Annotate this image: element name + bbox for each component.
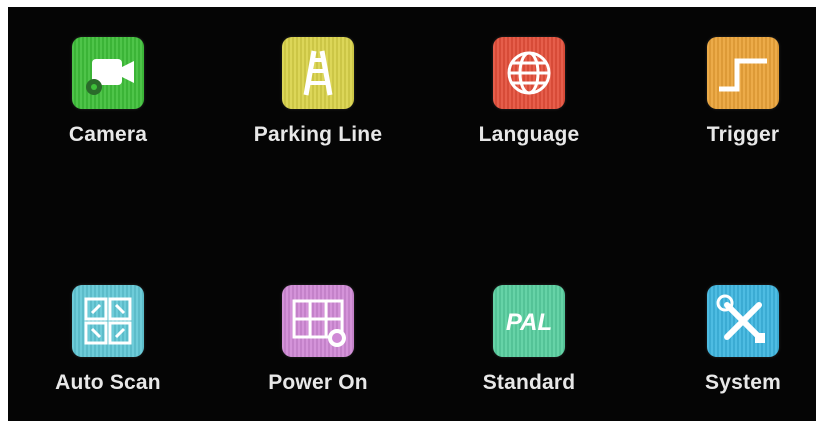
parking-line-icon [282,37,354,109]
standard-pal-icon: PAL [493,285,565,357]
menu-item-power-on[interactable]: Power On [233,285,403,421]
auto-scan-icon [72,285,144,357]
menu-screen: Camera Parking Line Language Trigger Aut… [8,7,816,421]
menu-item-standard[interactable]: PAL Standard [444,285,614,421]
menu-item-label: Standard [482,371,576,394]
menu-item-parking-line[interactable]: Parking Line [233,37,403,187]
menu-item-auto-scan[interactable]: Auto Scan [23,285,193,421]
system-tools-icon [707,285,779,357]
trigger-icon [707,37,779,109]
menu-item-trigger[interactable]: Trigger [658,37,816,187]
menu-item-label: Auto Scan [55,371,161,394]
menu-item-label: Camera [68,123,148,146]
menu-item-label: Language [478,123,580,146]
pal-icon-text: PAL [506,309,552,336]
menu-item-label: System [705,371,781,394]
menu-item-language[interactable]: Language [444,37,614,187]
menu-item-label: Trigger [706,123,780,146]
menu-item-camera[interactable]: Camera [23,37,193,187]
camera-icon [72,37,144,109]
menu-item-label: Power On [268,371,368,394]
language-globe-icon [493,37,565,109]
menu-item-label: Parking Line [253,123,383,146]
menu-item-system[interactable]: System [658,285,816,421]
power-on-icon [282,285,354,357]
